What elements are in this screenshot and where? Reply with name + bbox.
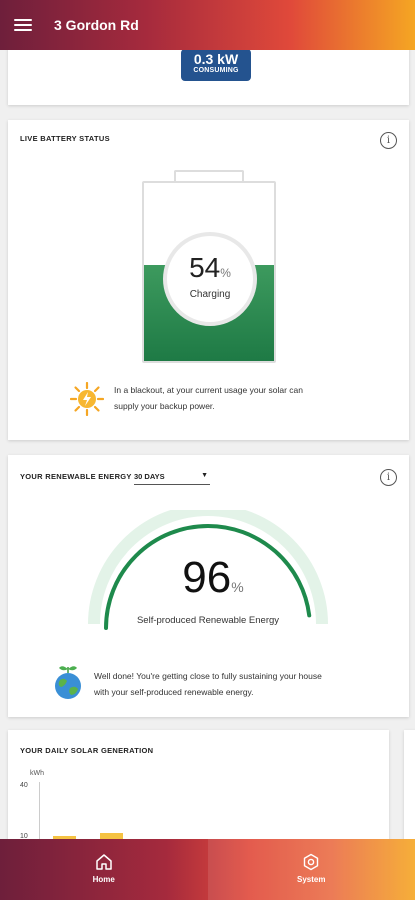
renewable-energy-card: YOUR RENEWABLE ENERGY 30 DAYS ▼ i 96% Se…	[8, 455, 409, 717]
percent-sign: %	[231, 579, 244, 595]
solar-card-title: YOUR DAILY SOLAR GENERATION	[20, 746, 154, 755]
info-icon[interactable]: i	[380, 132, 397, 149]
y-tick-label: 40	[20, 782, 28, 789]
battery-state: Charging	[189, 289, 231, 300]
battery-status-card: LIVE BATTERY STATUS i 54% Charging In a …	[8, 120, 409, 440]
battery-card-title: LIVE BATTERY STATUS	[20, 134, 110, 143]
menu-icon[interactable]	[14, 19, 32, 31]
consumption-badge: 0.3 kW CONSUMING	[181, 49, 251, 81]
percent-sign: %	[220, 266, 231, 280]
info-icon[interactable]: i	[380, 469, 397, 486]
nav-home-label: Home	[92, 875, 115, 884]
globe-sprout-icon	[55, 666, 81, 699]
chart-unit-label: kWh	[30, 770, 44, 777]
consumption-label: CONSUMING	[193, 67, 239, 74]
battery-message: In a blackout, at your current usage you…	[114, 385, 303, 411]
period-selected-value: 30 DAYS	[134, 472, 165, 481]
gauge-label: Self-produced Renewable Energy	[136, 615, 280, 626]
top-app-bar: 3 Gordon Rd	[0, 0, 415, 50]
nav-home[interactable]: Home	[0, 839, 208, 900]
renewable-card-title: YOUR RENEWABLE ENERGY	[20, 472, 132, 481]
caret-down-icon: ▼	[201, 472, 208, 479]
renewable-percent-value: 96	[182, 553, 232, 602]
battery-percent: 54%	[167, 253, 253, 288]
gear-icon	[304, 853, 319, 871]
battery-readout: 54% Charging	[163, 232, 257, 326]
battery-percent-value: 54	[189, 252, 221, 283]
sun-bolt-icon	[70, 382, 104, 416]
nav-system[interactable]: System	[207, 839, 415, 900]
nav-system-label: System	[297, 875, 326, 884]
page-title: 3 Gordon Rd	[54, 17, 139, 33]
consumption-value: 0.3 kW	[193, 51, 239, 67]
renewable-message: Well done! You're getting close to fully…	[94, 671, 322, 697]
home-icon	[96, 854, 112, 870]
renewable-percent: 96%	[148, 555, 278, 610]
bottom-navigation: Home System	[0, 839, 415, 900]
period-dropdown[interactable]: 30 DAYS ▼	[134, 472, 210, 485]
